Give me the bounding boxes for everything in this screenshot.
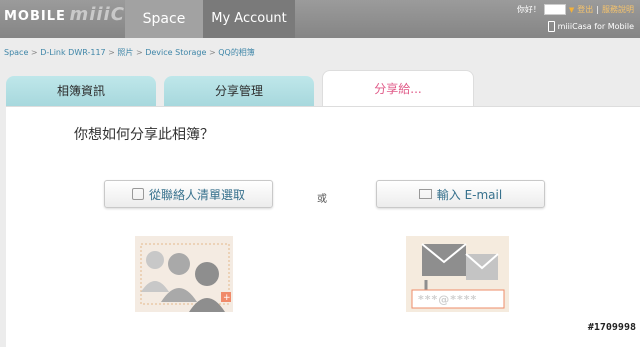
enter-email-button[interactable]: 輸入 E-mail: [376, 180, 545, 208]
email-mask-text: ***@****: [418, 293, 478, 306]
nav-my-account[interactable]: My Account: [203, 0, 295, 38]
help-link[interactable]: 服務說明: [602, 4, 634, 15]
email-illustration[interactable]: ***@****: [406, 236, 509, 312]
user-links: 你好！ ▼ 登出 | 服務說明: [517, 4, 634, 15]
select-contacts-button[interactable]: 從聯絡人清單選取: [104, 180, 273, 208]
nav-space[interactable]: Space: [125, 0, 203, 38]
breadcrumb: Space > D-Link DWR-117 > 照片 > Device Sto…: [4, 48, 255, 57]
phone-icon: [547, 21, 555, 32]
top-bar: MOBILE miiiCasa Space My Account 你好！ ▼ 登…: [0, 0, 640, 38]
email-icon: [418, 189, 432, 199]
tab-album-info[interactable]: 相簿資訊: [6, 76, 156, 106]
share-question: 你想如何分享此相簿？: [74, 127, 214, 143]
mobile-link[interactable]: miiiCasa for Mobile: [547, 21, 634, 32]
crumb-device[interactable]: D-Link DWR-117: [40, 48, 105, 57]
chevron-down-icon[interactable]: ▼: [569, 6, 574, 14]
contacts-icon: [131, 188, 144, 200]
crumb-photos[interactable]: 照片: [117, 48, 133, 57]
crumb-storage[interactable]: Device Storage: [145, 48, 206, 57]
watermark: #1709998: [587, 322, 636, 333]
user-select[interactable]: [543, 4, 566, 15]
mobile-label: miiiCasa for Mobile: [557, 22, 634, 31]
tab-share-management[interactable]: 分享管理: [164, 76, 314, 106]
crumb-space[interactable]: Space: [4, 48, 28, 57]
separator: |: [596, 5, 599, 14]
or-label: 或: [317, 194, 327, 205]
crumb-album[interactable]: QQ的相簿: [218, 48, 255, 57]
svg-text:+: +: [223, 293, 231, 303]
tab-share-to[interactable]: 分享給...: [322, 70, 474, 107]
contacts-illustration[interactable]: +: [135, 236, 233, 312]
greeting: 你好！: [516, 5, 541, 14]
logout-link[interactable]: 登出: [577, 4, 593, 15]
